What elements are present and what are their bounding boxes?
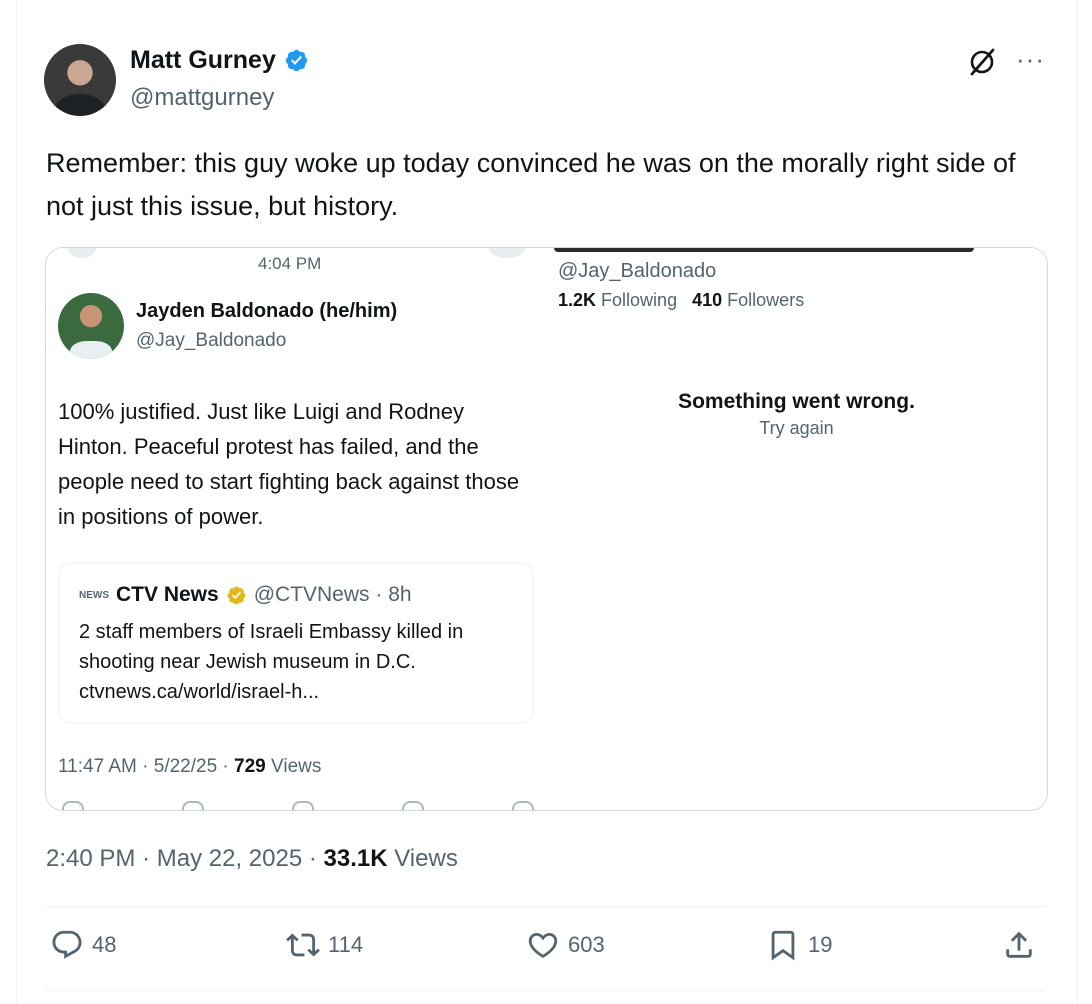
- bookmark-button[interactable]: 19: [766, 928, 832, 962]
- tweet-text: Remember: this guy woke up today convinc…: [46, 148, 1016, 221]
- more-icon[interactable]: ···: [1016, 46, 1045, 72]
- meta-separator: ·: [308, 845, 317, 872]
- quote-body: 2 staff members of Israeli Embassy kille…: [79, 621, 464, 703]
- status-time: 4:04 PM: [258, 254, 322, 273]
- repost-button[interactable]: 114: [286, 928, 363, 962]
- quoted-tweet-meta: 11:47 AM · 5/22/25 · 729 Views: [58, 756, 321, 778]
- profile-handle: @Jay_Baldonado: [558, 260, 717, 282]
- screenshot-left-panel: 4:04 PM Jayden Baldonado (he/him) @Jay_B…: [46, 248, 546, 810]
- error-title: Something went wrong.: [678, 390, 915, 413]
- author-handle[interactable]: @mattgurney: [130, 84, 274, 112]
- tweet-meta: 2:40 PM · May 22, 2025 · 33.1K Views: [46, 845, 458, 873]
- following-count: 1.2K: [558, 290, 597, 310]
- views-count: 33.1K: [323, 845, 388, 872]
- meta-separator: ·: [142, 845, 151, 872]
- gold-badge-icon: [227, 586, 246, 604]
- quoted-author-name: Jayden Baldonado (he/him): [136, 300, 398, 322]
- followers-count: 410: [692, 290, 723, 310]
- author-avatar[interactable]: [44, 44, 116, 116]
- share-button[interactable]: [1002, 928, 1036, 962]
- following-label: Following: [601, 290, 678, 310]
- action-bar: 48 114 603 19: [46, 928, 1046, 972]
- quoted-views-label: Views: [265, 756, 322, 777]
- reply-button[interactable]: 48: [50, 928, 116, 962]
- more-button-fragment: [489, 248, 525, 258]
- quoted-tweet-text: 100% justified. Just like Luigi and Rodn…: [58, 399, 520, 529]
- share-icon: [1006, 931, 1032, 958]
- followers-label: Followers: [727, 290, 805, 310]
- profile-follow-stats: 1.2K Following 410 Followers: [558, 290, 804, 311]
- reply-icon: [52, 930, 82, 959]
- quoted-time: 11:47 AM · 5/22/25 ·: [58, 756, 235, 777]
- cut-off-profile-name: [554, 248, 974, 252]
- quoted-author-handle: @Jay_Baldonado: [136, 330, 287, 351]
- cut-off-action-icons: [58, 801, 534, 810]
- verified-badge-icon[interactable]: [284, 48, 309, 73]
- quote-header: NEWS CTV News @CTVNews · 8h: [79, 583, 412, 607]
- try-again-text: Try again: [759, 418, 834, 438]
- embedded-quote-card: NEWS CTV News @CTVNews · 8h 2 staff memb…: [58, 562, 534, 724]
- divider: [46, 906, 1046, 907]
- views-label: Views: [394, 845, 458, 872]
- quoted-views-count: 729: [234, 756, 266, 777]
- back-button-fragment: [68, 248, 96, 258]
- quoted-author-avatar: [58, 293, 124, 359]
- divider: [46, 990, 1046, 991]
- reply-count: 48: [92, 932, 117, 957]
- quote-author-name: CTV News: [116, 583, 219, 606]
- like-icon: [528, 932, 558, 958]
- like-count: 603: [568, 932, 605, 957]
- author-name[interactable]: Matt Gurney: [130, 46, 276, 75]
- screenshot-right-panel: @Jay_Baldonado 1.2K Following 410 Follow…: [546, 248, 1047, 810]
- bookmark-icon: [771, 930, 795, 961]
- repost-count: 114: [328, 932, 364, 957]
- quote-handle-time: @CTVNews · 8h: [253, 583, 412, 606]
- author-name-row: Matt Gurney: [130, 46, 309, 75]
- like-button[interactable]: 603: [526, 928, 605, 962]
- tweet-date[interactable]: May 22, 2025: [157, 845, 302, 872]
- tweet-media[interactable]: 4:04 PM Jayden Baldonado (he/him) @Jay_B…: [45, 247, 1048, 811]
- news-logo-icon: NEWS: [79, 589, 109, 601]
- repost-icon: [286, 933, 320, 957]
- tweet-time[interactable]: 2:40 PM: [46, 845, 135, 872]
- bookmark-count: 19: [808, 932, 833, 957]
- grok-icon[interactable]: [964, 44, 1000, 80]
